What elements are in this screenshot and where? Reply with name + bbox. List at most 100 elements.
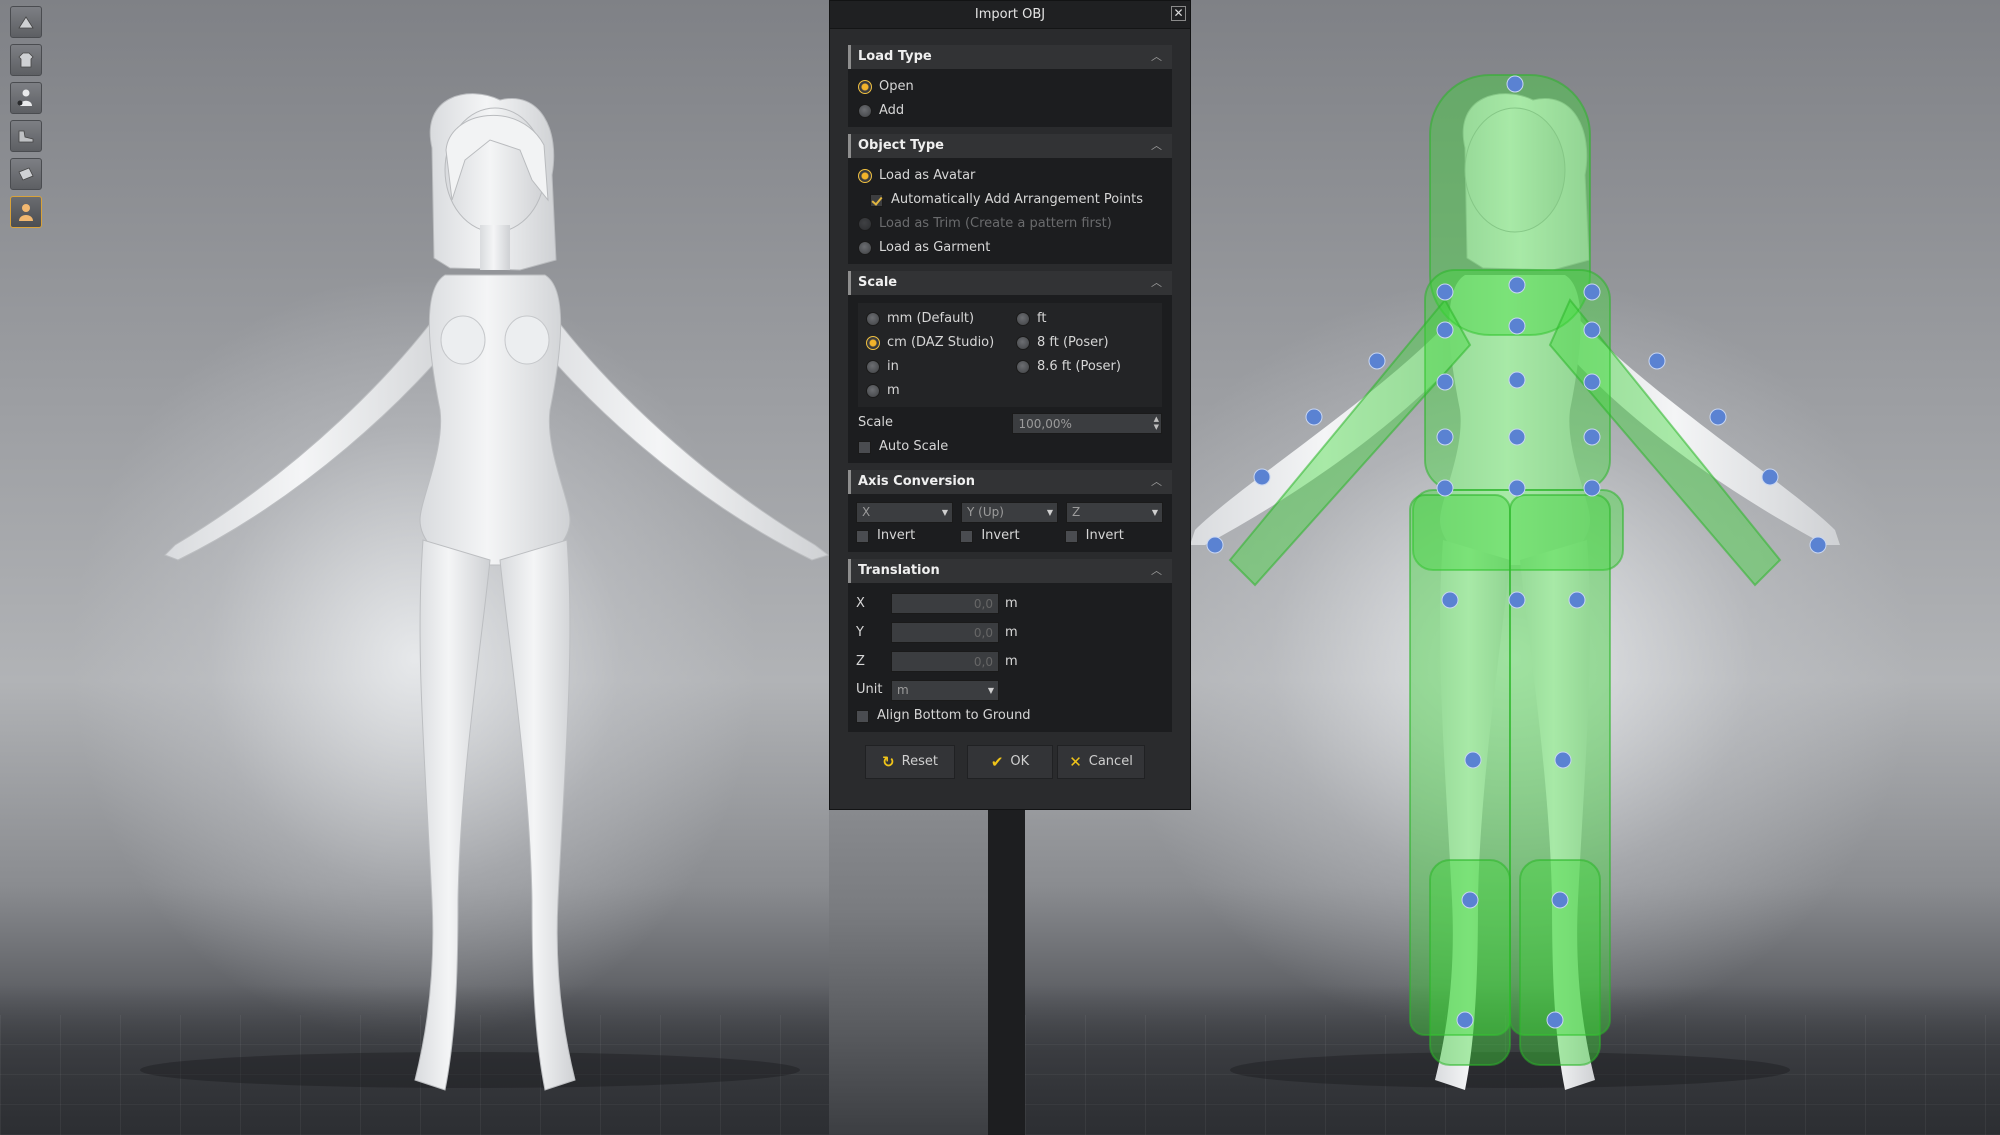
- arrangement-point[interactable]: [1554, 751, 1572, 769]
- checkbox-invert-z[interactable]: Invert: [1064, 524, 1164, 548]
- arrangement-point[interactable]: [1508, 591, 1526, 609]
- arrangement-point[interactable]: [1436, 373, 1454, 391]
- section-load-type: Load Type ︿ Open Add: [848, 45, 1172, 127]
- avatar-skin-button[interactable]: [10, 196, 42, 228]
- radio-unit-m[interactable]: m: [866, 379, 1016, 403]
- arrangement-point[interactable]: [1436, 428, 1454, 446]
- axis-x-select[interactable]: X ▼: [856, 501, 953, 523]
- arrangement-point[interactable]: [1551, 891, 1569, 909]
- radio-label: ft: [1037, 311, 1047, 326]
- arrangement-point[interactable]: [1583, 479, 1601, 497]
- section-header-scale[interactable]: Scale ︿: [848, 271, 1172, 295]
- axis-z-select[interactable]: Z ▼: [1066, 501, 1163, 523]
- spinner-icon[interactable]: ▲ ▼: [1154, 415, 1159, 431]
- section-header-object-type[interactable]: Object Type ︿: [848, 134, 1172, 158]
- arrangement-point[interactable]: [1583, 321, 1601, 339]
- section-content: Open Add: [848, 69, 1172, 127]
- arrangement-point[interactable]: [1508, 317, 1526, 335]
- radio-load-as-garment[interactable]: Load as Garment: [858, 236, 1162, 260]
- translation-z-input[interactable]: 0,0: [891, 651, 999, 672]
- arrangement-point[interactable]: [1648, 352, 1666, 370]
- translation-y-input[interactable]: 0,0: [891, 622, 999, 643]
- cancel-button[interactable]: ✕ Cancel: [1057, 745, 1145, 779]
- arrangement-point[interactable]: [1464, 751, 1482, 769]
- arrangement-point[interactable]: [1508, 276, 1526, 294]
- section-title: Scale: [858, 275, 898, 290]
- select-value: X: [862, 504, 871, 519]
- show-arrangement-points-button[interactable]: [10, 82, 42, 114]
- arrangement-point[interactable]: [1583, 428, 1601, 446]
- checkbox-invert-x[interactable]: Invert: [856, 524, 960, 548]
- checkbox-arrangement-points[interactable]: Automatically Add Arrangement Points: [858, 188, 1162, 212]
- arrangement-point[interactable]: [1709, 408, 1727, 426]
- radio-icon: [866, 312, 880, 326]
- import-obj-dialog: Import OBJ ✕ Load Type ︿ Open Add Object…: [829, 0, 1191, 810]
- arrangement-point[interactable]: [1761, 468, 1779, 486]
- translation-z-row: Z 0,0 m: [856, 647, 1164, 676]
- arrangement-point[interactable]: [1508, 428, 1526, 446]
- arrangement-point[interactable]: [1253, 468, 1271, 486]
- arrangement-point[interactable]: [1436, 283, 1454, 301]
- show-shoes-button[interactable]: [10, 120, 42, 152]
- show-fabric-button[interactable]: [10, 158, 42, 190]
- checkbox-align-bottom[interactable]: Align Bottom to Ground: [856, 704, 1164, 728]
- avatar-figure[interactable]: [0, 0, 829, 1135]
- show-arrangement-points-icon: [17, 89, 32, 106]
- arrangement-point[interactable]: [1568, 591, 1586, 609]
- arrangement-point[interactable]: [1206, 536, 1224, 554]
- arrangement-point[interactable]: [1368, 352, 1386, 370]
- reset-button[interactable]: ↻ Reset: [865, 745, 955, 779]
- radio-icon: [858, 241, 872, 255]
- arrangement-point[interactable]: [1583, 373, 1601, 391]
- input-value: 0,0: [973, 597, 993, 611]
- field-label: X: [856, 595, 865, 611]
- scale-input[interactable]: 100,00% ▲ ▼: [1012, 412, 1162, 434]
- radio-unit-cm[interactable]: cm (DAZ Studio): [866, 331, 1016, 355]
- arrangement-point[interactable]: [1508, 479, 1526, 497]
- radio-label: Add: [879, 103, 905, 118]
- section-title: Translation: [858, 563, 940, 578]
- button-label: Cancel: [1088, 754, 1133, 769]
- close-button[interactable]: ✕: [1171, 6, 1186, 21]
- section-header-load-type[interactable]: Load Type ︿: [848, 45, 1172, 69]
- radio-icon: [1016, 360, 1030, 374]
- radio-load-as-avatar[interactable]: Load as Avatar: [858, 164, 1162, 188]
- section-header-translation[interactable]: Translation ︿: [848, 559, 1172, 583]
- axis-y-select[interactable]: Y (Up) ▼: [961, 501, 1058, 523]
- arrangement-point[interactable]: [1809, 536, 1827, 554]
- radio-open[interactable]: Open: [858, 75, 1162, 99]
- viewport-left[interactable]: [0, 0, 829, 1135]
- arrangement-point[interactable]: [1456, 1011, 1474, 1029]
- show-avatar-button[interactable]: [10, 6, 42, 38]
- section-header-axis-conversion[interactable]: Axis Conversion ︿: [848, 470, 1172, 494]
- radio-unit-ft[interactable]: ft: [1016, 307, 1156, 331]
- show-garment-button[interactable]: [10, 44, 42, 76]
- radio-unit-8ft[interactable]: 8 ft (Poser): [1016, 331, 1156, 355]
- arrangement-point[interactable]: [1508, 371, 1526, 389]
- unit-select[interactable]: m ▼: [891, 679, 999, 701]
- arrangement-point[interactable]: [1436, 321, 1454, 339]
- checkbox-invert-y[interactable]: Invert: [960, 524, 1064, 548]
- axis-select-row: X ▼ Y (Up) ▼ Z ▼: [856, 500, 1164, 524]
- bounding-volumes: [1228, 74, 1782, 1066]
- radio-icon: [866, 360, 880, 374]
- section-content: X 0,0 m Y 0,0 m Z 0,0 m Unit m ▼ Align B…: [848, 583, 1172, 732]
- arrangement-point[interactable]: [1436, 479, 1454, 497]
- arrangement-point[interactable]: [1546, 1011, 1564, 1029]
- arrangement-point[interactable]: [1305, 408, 1323, 426]
- dropdown-arrow-icon: ▼: [987, 685, 994, 695]
- radio-unit-in[interactable]: in: [866, 355, 1016, 379]
- arrangement-point[interactable]: [1441, 591, 1459, 609]
- dialog-button-row: ↻ Reset ✔ OK ✕ Cancel: [848, 739, 1172, 779]
- dialog-titlebar[interactable]: Import OBJ ✕: [830, 1, 1190, 29]
- invert-row: Invert Invert Invert: [856, 524, 1164, 548]
- radio-unit-mm[interactable]: mm (Default): [866, 307, 1016, 331]
- radio-unit-8-6ft[interactable]: 8.6 ft (Poser): [1016, 355, 1156, 379]
- ok-button[interactable]: ✔ OK: [967, 745, 1053, 779]
- translation-x-input[interactable]: 0,0: [891, 593, 999, 614]
- radio-add[interactable]: Add: [858, 99, 1162, 123]
- arrangement-point[interactable]: [1461, 891, 1479, 909]
- checkbox-auto-scale[interactable]: Auto Scale: [858, 435, 1162, 459]
- arrangement-point[interactable]: [1583, 283, 1601, 301]
- arrangement-point[interactable]: [1506, 75, 1524, 93]
